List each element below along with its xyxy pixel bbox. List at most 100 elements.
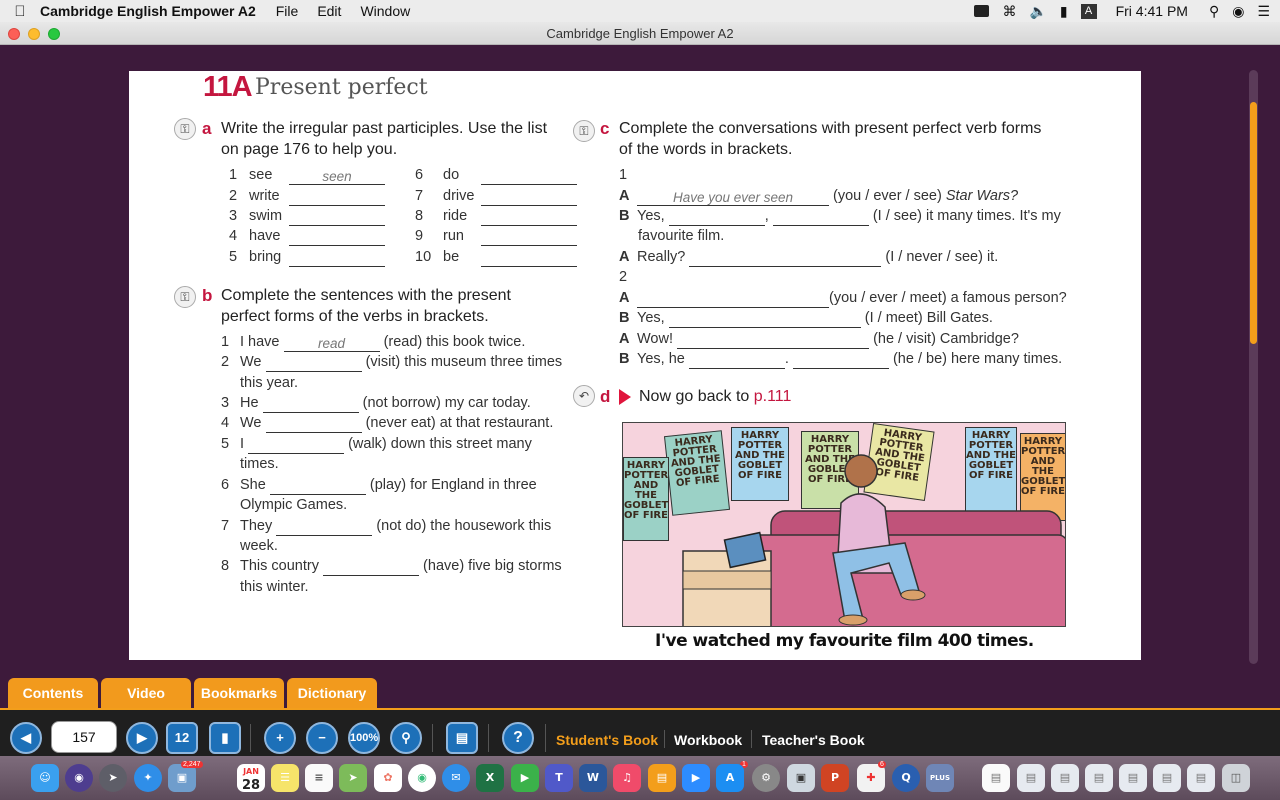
system-preferences-icon[interactable]: ⚙ [752,764,780,792]
document-icon[interactable]: ▤ [1187,764,1215,792]
workbook-tab[interactable]: Workbook [674,732,742,748]
toolbox-button[interactable]: ▤ [446,722,478,754]
music-icon[interactable]: ♫ [613,764,641,792]
powerpoint-icon[interactable]: P [821,764,849,792]
answer-blank[interactable] [481,190,577,206]
camera-icon[interactable] [974,5,990,17]
minimize-window-button[interactable] [28,28,40,40]
document-icon[interactable]: ▤ [1017,764,1045,792]
zoom-in-button[interactable]: + [264,722,296,754]
input-source-icon[interactable]: A [1080,3,1097,19]
notification-center-icon[interactable]: ☰ [1257,3,1270,20]
safari-icon[interactable]: ✦ [134,764,162,792]
close-window-button[interactable] [8,28,20,40]
document-icon[interactable]: ▤ [982,764,1010,792]
menu-window[interactable]: Window [360,3,410,19]
previous-page-button[interactable]: ◀ [10,722,42,754]
spotlight-search-icon[interactable]: ⚲ [1209,3,1219,20]
answer-blank[interactable] [677,333,870,349]
document-icon[interactable]: ▤ [1051,764,1079,792]
calendar-icon[interactable]: JAN 28 [237,764,265,793]
maximize-window-button[interactable] [48,28,60,40]
answer-blank[interactable]: read [283,336,380,352]
maps-icon[interactable]: ➤ [339,764,367,792]
facetime-icon[interactable]: ▶ [511,764,539,792]
teachers-book-tab[interactable]: Teacher's Book [762,732,865,748]
zoom-icon[interactable]: ▶ [682,764,710,792]
chrome-icon[interactable]: ◉ [408,764,436,792]
answer-blank[interactable] [772,210,869,226]
menu-edit[interactable]: Edit [317,3,341,19]
answer-blank[interactable] [289,210,385,226]
apple-menu-icon[interactable]:  [0,3,40,20]
answer-blank[interactable] [269,479,366,495]
answer-key-icon-c[interactable]: ⚿ [573,120,595,142]
answer-key-icon-a[interactable]: ⚿ [174,118,196,140]
tab-video[interactable]: Video [101,678,191,708]
quicktime-icon[interactable]: Q [892,764,920,792]
answer-blank[interactable] [289,190,385,206]
document-icon[interactable]: ▤ [1085,764,1113,792]
answer-blank[interactable] [276,520,373,536]
app-menu[interactable]: Cambridge English Empower A2 [40,3,256,19]
bookmark-button[interactable]: ▮ [209,722,241,754]
answer-blank[interactable] [688,353,785,369]
reminders-icon[interactable]: ≡ [305,764,333,792]
clock[interactable]: Fri 4:41 PM [1116,3,1188,19]
answer-blank[interactable] [289,230,385,246]
answer-blank[interactable] [265,417,362,433]
tab-dictionary[interactable]: Dictionary [287,678,377,708]
app-store-icon[interactable]: A [716,764,744,792]
answer-blank[interactable] [248,438,345,454]
excel-icon[interactable]: X [476,764,504,792]
scrollbar-thumb[interactable] [1250,102,1257,344]
page-reference-link[interactable]: p.111 [754,388,792,405]
word-icon[interactable]: W [579,764,607,792]
trash-icon[interactable]: ◫ [1222,764,1250,792]
answer-blank[interactable] [637,292,829,308]
answer-blank[interactable] [689,251,882,267]
plus-app-icon[interactable]: ✚ [857,764,885,792]
siri-icon[interactable]: ◉ [65,764,93,792]
teams-icon[interactable]: T [545,764,573,792]
zoom-out-button[interactable]: − [306,722,338,754]
finder-icon[interactable]: ☺ [31,764,59,792]
answer-blank[interactable] [792,353,889,369]
tab-bookmarks[interactable]: Bookmarks [194,678,284,708]
zoom-100-button[interactable]: 100% [348,722,380,754]
answer-blank[interactable] [481,230,577,246]
answer-blank[interactable] [481,169,577,185]
next-page-button[interactable]: ▶ [126,722,158,754]
volume-icon[interactable]: 🔈 [1029,3,1046,20]
answer-blank[interactable]: seen [289,169,385,185]
answer-blank[interactable] [265,356,362,372]
page-number-input[interactable]: 157 [51,721,117,753]
answer-blank[interactable] [289,251,385,267]
answer-blank[interactable] [668,210,765,226]
tab-contents[interactable]: Contents [8,678,98,708]
two-page-view-button[interactable]: 12 [166,722,198,754]
screenshot-icon[interactable]: ▣ [787,764,815,792]
answer-blank[interactable]: Have you ever seen [637,190,829,206]
help-button[interactable]: ? [502,722,534,754]
battery-icon[interactable]: ▮ [1060,3,1068,20]
answer-blank[interactable] [262,397,359,413]
books-icon[interactable]: ▤ [648,764,676,792]
students-book-tab[interactable]: Student's Book [556,732,658,748]
back-arrow-icon[interactable]: ↶ [573,385,595,407]
preview-icon[interactable]: ▣ [168,764,196,792]
answer-blank[interactable] [481,251,577,267]
siri-icon[interactable]: ◉ [1232,3,1244,20]
photos-icon[interactable]: ✿ [374,764,402,792]
menu-file[interactable]: File [276,3,299,19]
launchpad-icon[interactable]: ➤ [99,764,127,792]
answer-blank[interactable] [323,560,420,576]
document-icon[interactable]: ▤ [1153,764,1181,792]
messages-icon[interactable]: ✉ [442,764,470,792]
document-icon[interactable]: ▤ [1119,764,1147,792]
plus-icon[interactable]: PLUS [926,764,954,792]
zoom-fit-button[interactable]: ⚲ [390,722,422,754]
answer-blank[interactable] [481,210,577,226]
wifi-icon[interactable]: ⌘ [1002,3,1016,20]
answer-key-icon-b[interactable]: ⚿ [174,286,196,308]
